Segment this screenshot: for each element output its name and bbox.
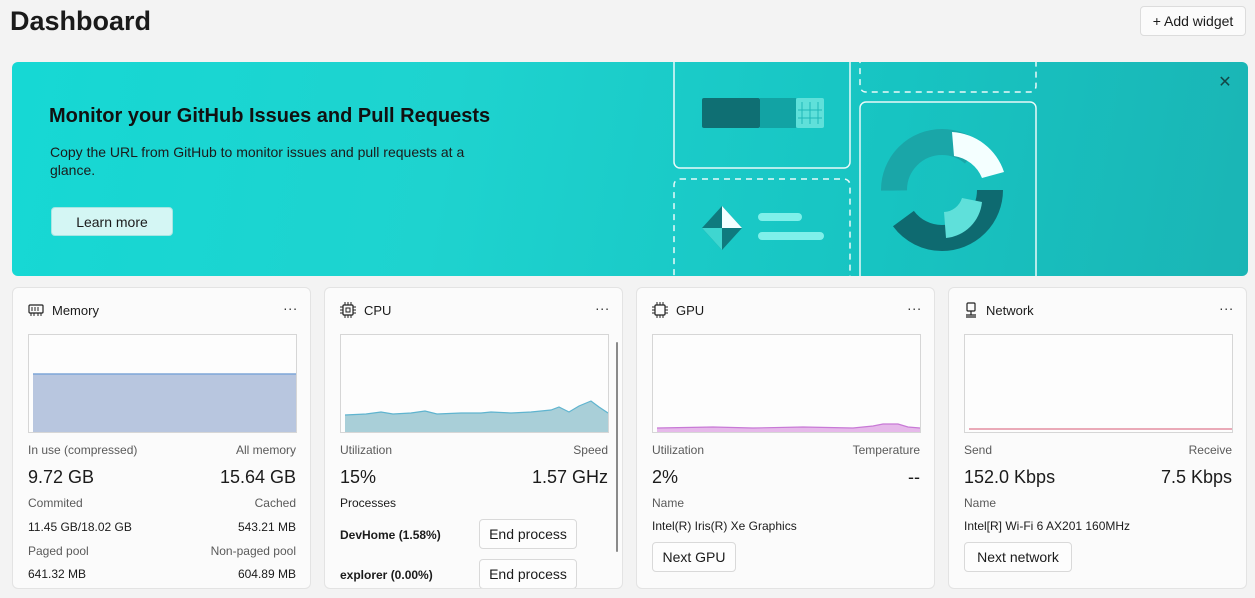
add-widget-button[interactable]: + Add widget <box>1140 6 1246 36</box>
end-process-button[interactable]: End process <box>479 559 577 588</box>
close-icon[interactable]: ✕ <box>1215 72 1235 92</box>
network-chart <box>964 334 1233 433</box>
memory-chip-icon <box>28 304 44 316</box>
utilization-label: Utilization <box>652 443 705 457</box>
send-label: Send <box>964 443 993 457</box>
end-process-button[interactable]: End process <box>479 519 577 549</box>
process-name: explorer (0.00%) <box>340 568 433 582</box>
scrollbar[interactable] <box>616 342 618 552</box>
all-memory-label: All memory <box>235 443 296 457</box>
more-options-button[interactable]: ... <box>595 297 610 313</box>
utilization-label: Utilization <box>340 443 393 457</box>
memory-widget-title: Memory <box>52 302 99 318</box>
network-name-value: Intel[R] Wi-Fi 6 AX201 160MHz <box>964 519 1131 533</box>
memory-chart <box>28 334 297 433</box>
paged-pool-value: 641.32 MB <box>28 567 87 581</box>
memory-widget: Memory ... In use (compressed) All memor… <box>12 287 311 589</box>
banner-description: Copy the URL from GitHub to monitor issu… <box>50 144 465 178</box>
processes-label: Processes <box>340 496 397 510</box>
page-title: Dashboard <box>10 6 152 36</box>
learn-more-button[interactable]: Learn more <box>51 207 173 236</box>
gpu-chart <box>652 334 921 433</box>
utilization-value: 15% <box>340 467 377 487</box>
committed-label: Commited <box>28 496 83 510</box>
more-options-button[interactable]: ... <box>1219 297 1234 313</box>
banner-illustration <box>673 62 1037 276</box>
network-icon <box>966 302 976 318</box>
next-gpu-button[interactable]: Next GPU <box>652 542 736 572</box>
processor-icon <box>652 302 668 318</box>
cached-label: Cached <box>254 496 296 510</box>
all-memory-value: 15.64 GB <box>219 467 296 487</box>
speed-value: 1.57 GHz <box>531 467 608 487</box>
banner-title: Monitor your GitHub Issues and Pull Requ… <box>49 105 491 127</box>
cpu-widget-title: CPU <box>364 302 392 318</box>
more-options-button[interactable]: ... <box>283 297 298 313</box>
nonpaged-pool-label: Non-paged pool <box>210 544 296 558</box>
temperature-value: -- <box>908 467 920 487</box>
cached-value: 543.21 MB <box>237 520 296 534</box>
network-widget-title: Network <box>986 302 1034 318</box>
process-name: DevHome (1.58%) <box>340 528 441 542</box>
speed-label: Speed <box>573 443 608 457</box>
network-widget: Network ... Send Receive 152.0 Kbps 7.5 … <box>948 287 1247 589</box>
network-name-label: Name <box>964 496 997 510</box>
in-use-label: In use (compressed) <box>28 443 138 457</box>
gpu-widget-title: GPU <box>676 302 705 318</box>
utilization-value: 2% <box>652 467 679 487</box>
next-network-button[interactable]: Next network <box>964 542 1072 572</box>
send-value: 152.0 Kbps <box>964 467 1056 487</box>
memory-widget-header: Memory <box>28 301 99 319</box>
nonpaged-pool-value: 604.89 MB <box>237 567 296 581</box>
gpu-name-value: Intel(R) Iris(R) Xe Graphics <box>652 519 797 533</box>
receive-label: Receive <box>1188 443 1232 457</box>
committed-value: 11.45 GB/18.02 GB <box>28 520 132 534</box>
dashboard-page: Dashboard + Add widget Monitor your GitH… <box>0 0 1255 598</box>
in-use-value: 9.72 GB <box>28 467 95 487</box>
cpu-widget: CPU ... Utilization Speed 15% 1.57 GHz P… <box>324 287 623 589</box>
gpu-widget: GPU ... Utilization Temperature 2% -- Na… <box>636 287 935 589</box>
receive-value: 7.5 Kbps <box>1160 467 1232 487</box>
promo-banner: Monitor your GitHub Issues and Pull Requ… <box>12 62 1248 276</box>
gpu-name-label: Name <box>652 496 685 510</box>
gpu-widget-header: GPU <box>652 301 704 319</box>
processor-icon <box>340 302 356 318</box>
cpu-chart <box>340 334 609 433</box>
paged-pool-label: Paged pool <box>28 544 89 558</box>
network-widget-header: Network <box>964 301 1034 319</box>
temperature-label: Temperature <box>852 443 920 457</box>
more-options-button[interactable]: ... <box>907 297 922 313</box>
cpu-widget-header: CPU <box>340 301 391 319</box>
